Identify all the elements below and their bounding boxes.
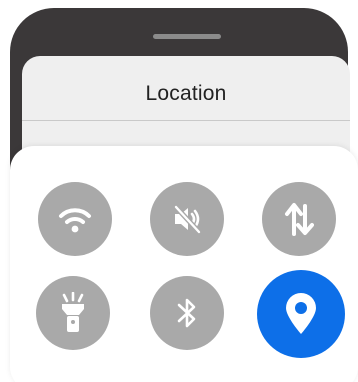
bluetooth-icon bbox=[177, 298, 196, 328]
data-transfer-icon bbox=[285, 203, 314, 236]
bluetooth-toggle[interactable] bbox=[150, 276, 224, 350]
volume-mute-icon bbox=[173, 204, 202, 235]
sound-toggle[interactable] bbox=[150, 182, 224, 256]
divider bbox=[22, 120, 350, 121]
screen: Location bbox=[0, 0, 358, 382]
drag-handle[interactable] bbox=[153, 34, 221, 39]
flashlight-toggle[interactable] bbox=[36, 276, 110, 350]
wifi-toggle[interactable] bbox=[38, 182, 112, 256]
quick-settings-panel bbox=[10, 146, 358, 382]
flashlight-icon bbox=[62, 292, 84, 332]
wifi-icon bbox=[59, 208, 91, 233]
location-pin-icon bbox=[286, 293, 316, 334]
sheet-title: Location bbox=[145, 82, 227, 105]
location-toggle[interactable] bbox=[257, 270, 345, 358]
mobile-data-toggle[interactable] bbox=[262, 182, 336, 256]
